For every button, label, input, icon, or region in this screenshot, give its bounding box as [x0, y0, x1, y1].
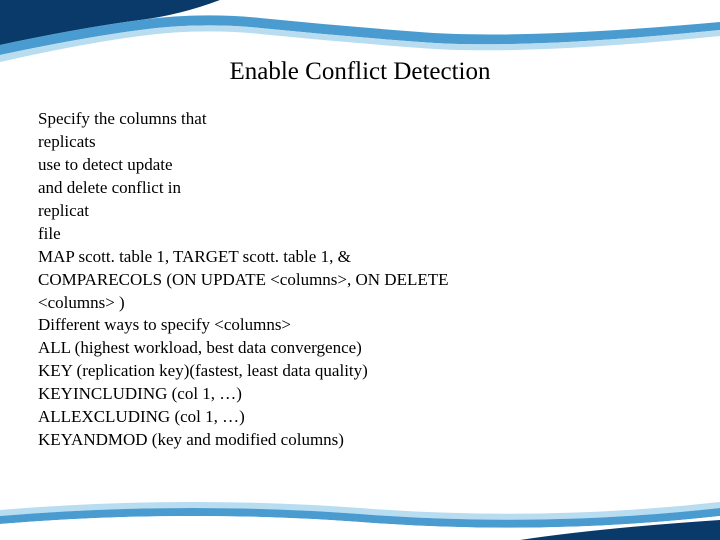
content-line: <columns> ) — [38, 292, 682, 315]
slide-title: Enable Conflict Detection — [0, 58, 720, 86]
slide: Enable Conflict Detection Specify the co… — [0, 0, 720, 540]
content-line: KEY (replication key)(fastest, least dat… — [38, 360, 682, 383]
content-line: Specify the columns that — [38, 108, 682, 131]
content-line: Different ways to specify <columns> — [38, 314, 682, 337]
content-line: MAP scott. table 1, TARGET scott. table … — [38, 246, 682, 269]
content-line: and delete conflict in — [38, 177, 682, 200]
content-line: COMPARECOLS (ON UPDATE <columns>, ON DEL… — [38, 269, 682, 292]
wave-decoration-bottom — [0, 490, 720, 540]
content-line: KEYINCLUDING (col 1, …) — [38, 383, 682, 406]
content-line: ALLEXCLUDING (col 1, …) — [38, 406, 682, 429]
content-line: ALL (highest workload, best data converg… — [38, 337, 682, 360]
content-line: replicat — [38, 200, 682, 223]
slide-content: Specify the columns that replicats use t… — [38, 108, 682, 452]
content-line: KEYANDMOD (key and modified columns) — [38, 429, 682, 452]
content-line: use to detect update — [38, 154, 682, 177]
content-line: file — [38, 223, 682, 246]
content-line: replicats — [38, 131, 682, 154]
